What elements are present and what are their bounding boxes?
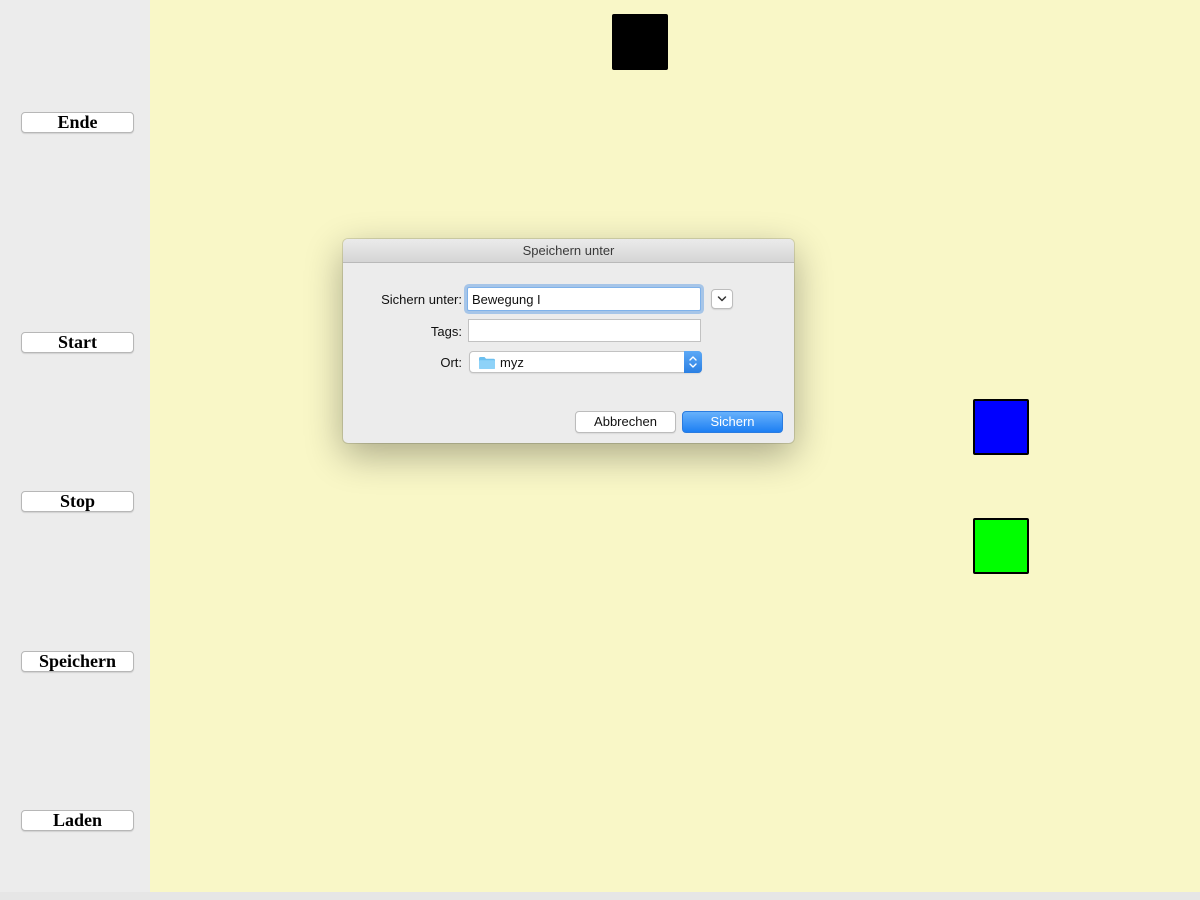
cancel-button[interactable]: Abbrechen bbox=[575, 411, 676, 433]
save-as-label: Sichern unter: bbox=[381, 292, 462, 307]
drawing-canvas[interactable] bbox=[150, 0, 1200, 892]
speichern-button[interactable]: Speichern bbox=[21, 651, 134, 672]
app-window: Ende Start Stop Speichern Laden Speicher… bbox=[0, 0, 1200, 900]
up-down-chevron-icon bbox=[689, 356, 697, 368]
folder-icon bbox=[479, 357, 495, 369]
save-dialog: Speichern unter Sichern unter: Tags: Ort… bbox=[343, 239, 794, 443]
location-select[interactable]: myz bbox=[469, 351, 702, 373]
save-button[interactable]: Sichern bbox=[682, 411, 783, 433]
blue-square bbox=[973, 399, 1029, 455]
select-arrows bbox=[684, 351, 702, 373]
start-button[interactable]: Start bbox=[21, 332, 134, 353]
stop-button[interactable]: Stop bbox=[21, 491, 134, 512]
window-bottom-edge bbox=[0, 892, 1200, 900]
location-value: myz bbox=[500, 355, 524, 370]
black-square bbox=[612, 14, 668, 70]
ende-button[interactable]: Ende bbox=[21, 112, 134, 133]
laden-button[interactable]: Laden bbox=[21, 810, 134, 831]
chevron-down-icon bbox=[717, 296, 727, 302]
save-as-input[interactable] bbox=[467, 287, 701, 311]
location-label: Ort: bbox=[440, 355, 462, 370]
sidebar: Ende Start Stop Speichern Laden bbox=[0, 0, 150, 892]
expand-dialog-button[interactable] bbox=[711, 289, 733, 309]
green-square bbox=[973, 518, 1029, 574]
tags-label: Tags: bbox=[430, 324, 462, 339]
dialog-title: Speichern unter bbox=[343, 239, 794, 263]
tags-input[interactable] bbox=[468, 319, 701, 342]
